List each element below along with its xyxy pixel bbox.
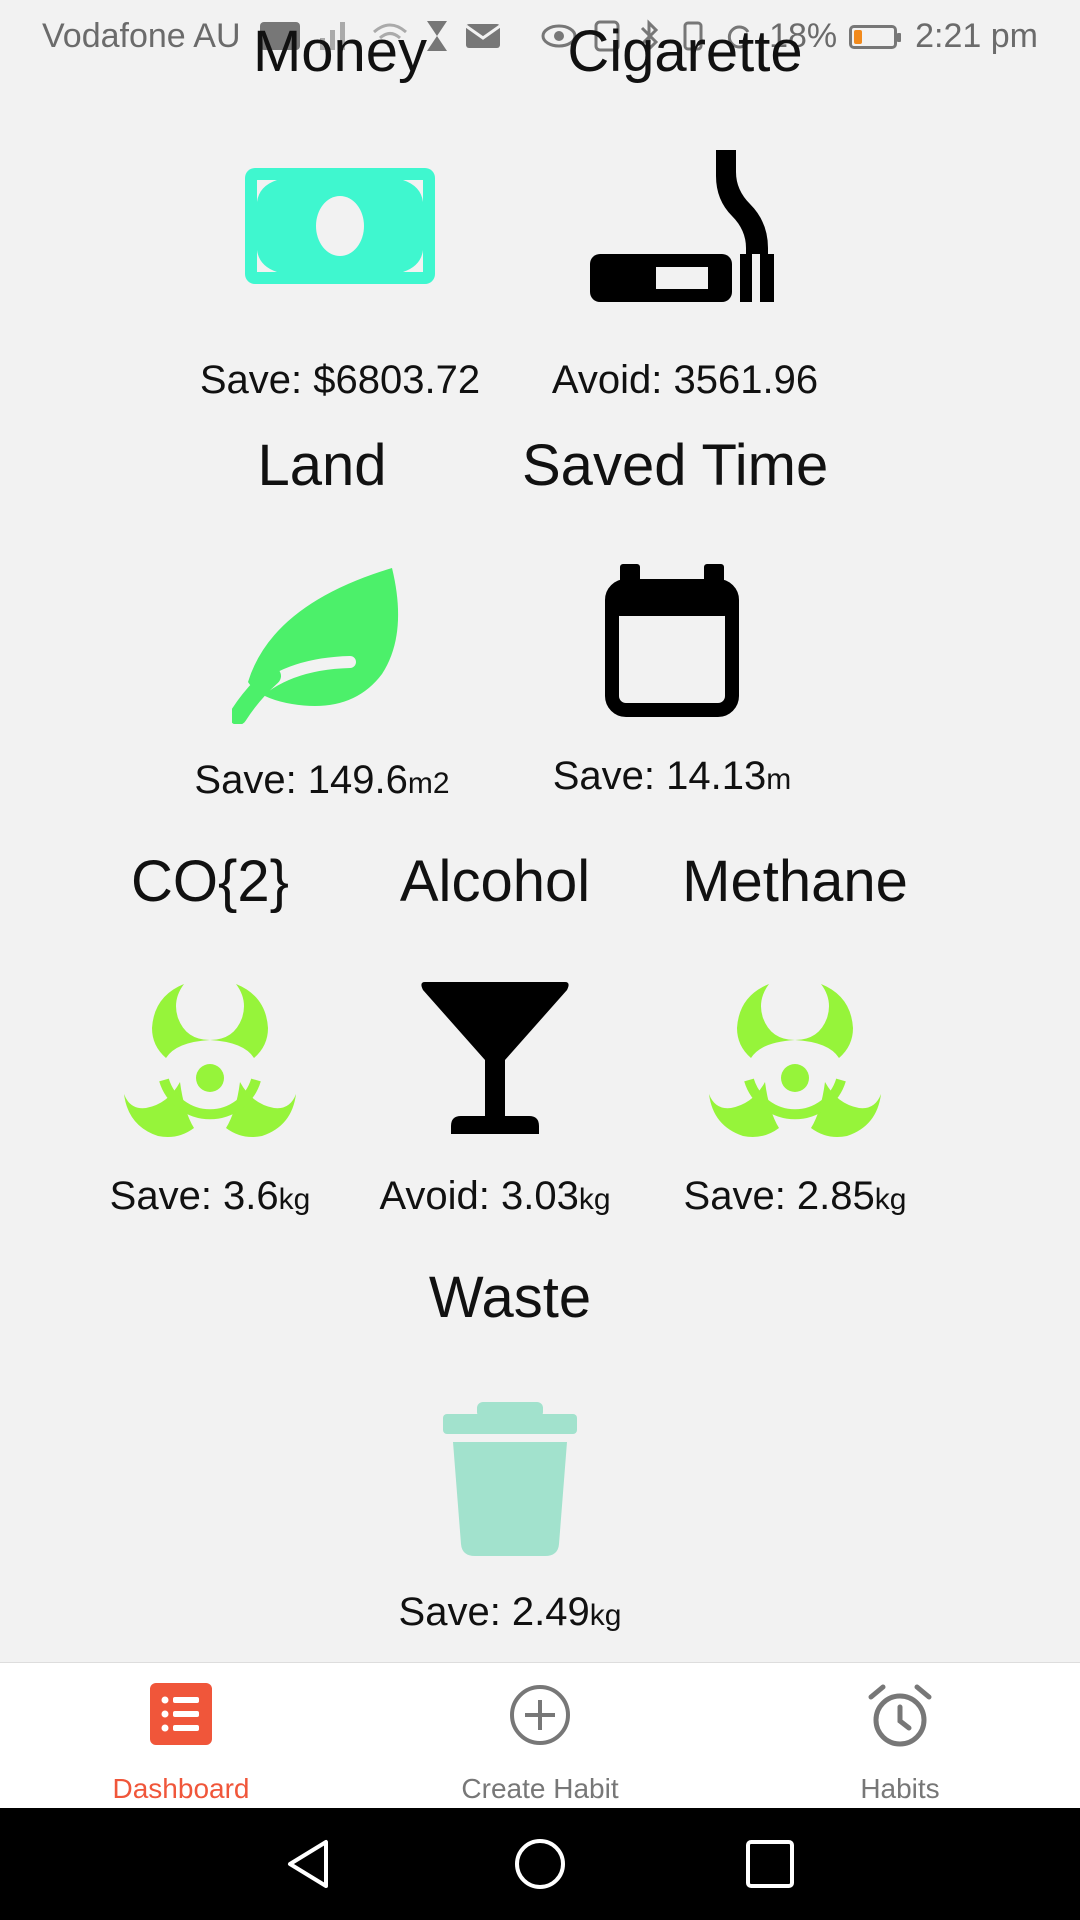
tile-value: Save: 3.6kg — [80, 1174, 340, 1219]
saved-time-tile: Saved Time Save: 14.13m — [522, 432, 829, 812]
value-number: 3.03 — [501, 1174, 579, 1218]
value-prefix: Save: — [194, 758, 308, 802]
tile-title: Money — [252, 19, 428, 84]
biohazard-icon — [709, 982, 881, 1143]
alcohol-tile: Alcohol Avoid: 3.03kg — [365, 848, 625, 1228]
calendar-icon — [604, 564, 740, 723]
recents-icon[interactable] — [742, 1836, 798, 1892]
cocktail-glass-icon — [419, 982, 571, 1139]
value-number: 3.6 — [223, 1174, 279, 1218]
tile-title: Cigarette — [567, 19, 803, 84]
value-prefix: Save: — [398, 1590, 512, 1634]
cigarette-icon — [590, 150, 780, 325]
tile-title: Waste — [428, 1265, 592, 1330]
nav-label: Create Habit — [461, 1773, 619, 1804]
clock: 2:21 pm — [915, 17, 1038, 55]
leaf-icon — [229, 564, 412, 729]
waste-tile: Waste Save: 2.49kg — [380, 1264, 640, 1644]
value-number: 2.49 — [511, 1590, 590, 1634]
nav-label: Habits — [860, 1773, 940, 1804]
value-unit: m2 — [407, 767, 450, 800]
value-number: 14.13 — [666, 754, 767, 798]
tile-title: Saved Time — [522, 433, 829, 498]
value-unit: kg — [589, 1599, 622, 1632]
bottom-navigation: Dashboard Create Habit Habits — [0, 1662, 1080, 1809]
home-icon[interactable] — [512, 1836, 568, 1892]
methane-tile: Methane Save: 2.85kg — [660, 848, 930, 1228]
nav-label: Dashboard — [112, 1773, 250, 1804]
tile-title: Alcohol — [399, 849, 591, 914]
add-circle-icon — [508, 1683, 572, 1752]
land-tile: Land Save: 149.6m2 — [172, 432, 472, 812]
cigarette-tile: Cigarette Avoid: 3561.96 — [535, 18, 835, 402]
value-prefix: Avoid: — [551, 358, 674, 402]
list-icon — [150, 1683, 212, 1750]
tile-value: Avoid: 3561.96 — [535, 358, 835, 403]
tile-value: Save: 14.13m — [522, 754, 822, 799]
tile-title: Methane — [682, 849, 908, 914]
tile-value: Avoid: 3.03kg — [365, 1174, 625, 1219]
value-number: 3561.96 — [673, 358, 819, 402]
value-prefix: Save: — [199, 358, 314, 402]
banknote-icon — [245, 168, 435, 289]
value-prefix: Avoid: — [379, 1174, 501, 1218]
co2-tile: CO{2} Save: 3.6kg — [80, 848, 340, 1228]
tile-value: Save: 2.49kg — [380, 1590, 640, 1635]
value-number: 149.6 — [307, 758, 408, 802]
value-prefix: Save: — [109, 1174, 224, 1218]
tile-value: Save: 149.6m2 — [172, 758, 472, 803]
money-tile: Money Save: $6803.72 — [190, 18, 490, 402]
alarm-clock-icon — [867, 1683, 933, 1754]
nav-dashboard[interactable]: Dashboard — [51, 1663, 311, 1809]
battery-icon — [849, 24, 902, 49]
value-unit: kg — [874, 1183, 907, 1216]
value-prefix: Save: — [552, 754, 667, 798]
back-icon[interactable] — [282, 1836, 338, 1892]
value-number: $6803.72 — [313, 358, 481, 402]
value-prefix: Save: — [683, 1174, 797, 1218]
value-unit: kg — [578, 1183, 611, 1216]
tile-value: Save: $6803.72 — [190, 358, 490, 403]
trash-can-icon — [443, 1402, 577, 1561]
tile-title: Land — [257, 433, 387, 498]
value-number: 2.85 — [796, 1174, 875, 1218]
nav-habits[interactable]: Habits — [770, 1663, 1030, 1809]
value-unit: m — [766, 763, 792, 796]
system-navigation-bar — [0, 1808, 1080, 1920]
nav-create-habit[interactable]: Create Habit — [410, 1663, 670, 1809]
value-unit: kg — [278, 1183, 311, 1216]
biohazard-icon — [124, 982, 296, 1143]
tile-title: CO{2} — [131, 849, 289, 914]
tile-value: Save: 2.85kg — [660, 1174, 930, 1219]
